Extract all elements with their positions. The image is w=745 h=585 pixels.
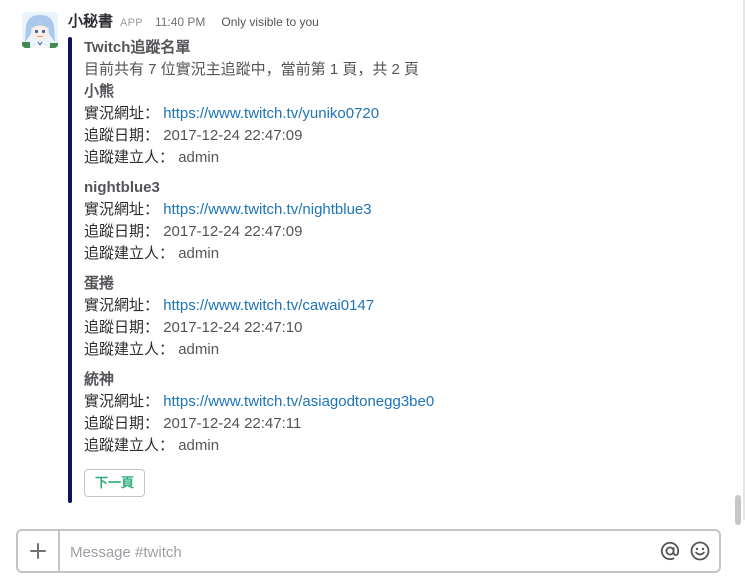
url-label: 實況網址： [84,105,160,122]
anime-girl-avatar-icon [22,12,58,48]
streamer-entry: 小熊 實況網址： https://www.twitch.tv/yuniko072… [84,81,704,169]
creator-label: 追蹤建立人： [84,149,175,166]
scrollbar[interactable] [731,0,745,530]
visibility-note: Only visible to you [221,15,319,29]
sender-name[interactable]: 小秘書 [68,10,113,31]
streamer-url-link[interactable]: https://www.twitch.tv/nightblue3 [163,201,371,218]
streamer-creator-row: 追蹤建立人： admin [84,339,704,361]
streamer-creator-row: 追蹤建立人： admin [84,243,704,265]
scrollbar-thumb[interactable] [735,495,741,525]
next-page-button[interactable]: 下一頁 [84,469,146,497]
streamer-name: nightblue3 [84,179,160,196]
date-label: 追蹤日期： [84,223,160,240]
streamer-url-link[interactable]: https://www.twitch.tv/asiagodtonegg3be0 [163,393,434,410]
streamer-date: 2017-12-24 22:47:11 [163,415,302,432]
message-input[interactable] [68,539,642,565]
streamer-date: 2017-12-24 22:47:09 [163,127,303,144]
plus-icon [30,543,46,559]
streamer-name: 蛋捲 [84,275,115,292]
streamer-creator-row: 追蹤建立人： admin [84,435,704,457]
streamer-url-row: 實況網址： https://www.twitch.tv/nightblue3 [84,199,704,221]
creator-label: 追蹤建立人： [84,437,175,454]
streamer-creator: admin [178,245,220,262]
attachment-color-bar [68,37,72,503]
streamer-name: 小熊 [84,83,115,100]
streamer-name: 統神 [84,371,115,388]
creator-label: 追蹤建立人： [84,245,175,262]
date-label: 追蹤日期： [84,319,160,336]
attachment-title: Twitch追蹤名單 [84,39,191,56]
attachment: Twitch追蹤名單 目前共有 7 位實況主追蹤中，當前第 1 頁，共 2 頁 … [68,37,718,505]
attach-button[interactable] [18,531,60,571]
attachment-summary: 目前共有 7 位實況主追蹤中，當前第 1 頁，共 2 頁 [84,61,420,78]
at-sign-icon[interactable] [659,540,681,562]
entry-spacer [84,361,704,369]
streamer-date-row: 追蹤日期： 2017-12-24 22:47:09 [84,221,704,243]
streamer-url-link[interactable]: https://www.twitch.tv/yuniko0720 [163,105,379,122]
app-badge: APP [120,17,143,29]
message-header: 小秘書 APP 11:40 PM Only visible to you [68,10,319,30]
streamer-creator: admin [178,437,220,454]
streamer-url-row: 實況網址： https://www.twitch.tv/yuniko0720 [84,103,704,125]
streamer-date-row: 追蹤日期： 2017-12-24 22:47:11 [84,413,704,435]
url-label: 實況網址： [84,393,160,410]
streamer-entry: 蛋捲 實況網址： https://www.twitch.tv/cawai0147… [84,273,704,361]
creator-label: 追蹤建立人： [84,341,175,358]
url-label: 實況網址： [84,201,160,218]
streamer-date-row: 追蹤日期： 2017-12-24 22:47:09 [84,125,704,147]
streamer-entry: 統神 實況網址： https://www.twitch.tv/asiagodto… [84,369,704,457]
message-timestamp[interactable]: 11:40 PM [155,15,205,29]
entry-spacer [84,169,704,177]
streamer-creator: admin [178,149,220,166]
date-label: 追蹤日期： [84,415,160,432]
streamer-creator: admin [178,341,220,358]
streamer-date: 2017-12-24 22:47:10 [163,319,303,336]
attachment-body: Twitch追蹤名單 目前共有 7 位實況主追蹤中，當前第 1 頁，共 2 頁 … [84,37,704,497]
url-label: 實況網址： [84,297,160,314]
date-label: 追蹤日期： [84,127,160,144]
streamer-url-row: 實況網址： https://www.twitch.tv/cawai0147 [84,295,704,317]
streamer-url-link[interactable]: https://www.twitch.tv/cawai0147 [163,297,374,314]
message-composer [16,529,721,573]
avatar[interactable] [22,12,58,48]
entry-spacer [84,265,704,273]
streamer-url-row: 實況網址： https://www.twitch.tv/asiagodtoneg… [84,391,704,413]
streamer-date-row: 追蹤日期： 2017-12-24 22:47:10 [84,317,704,339]
streamer-creator-row: 追蹤建立人： admin [84,147,704,169]
smiley-icon[interactable] [689,540,711,562]
streamer-entry: nightblue3 實況網址： https://www.twitch.tv/n… [84,177,704,265]
streamer-date: 2017-12-24 22:47:09 [163,223,303,240]
